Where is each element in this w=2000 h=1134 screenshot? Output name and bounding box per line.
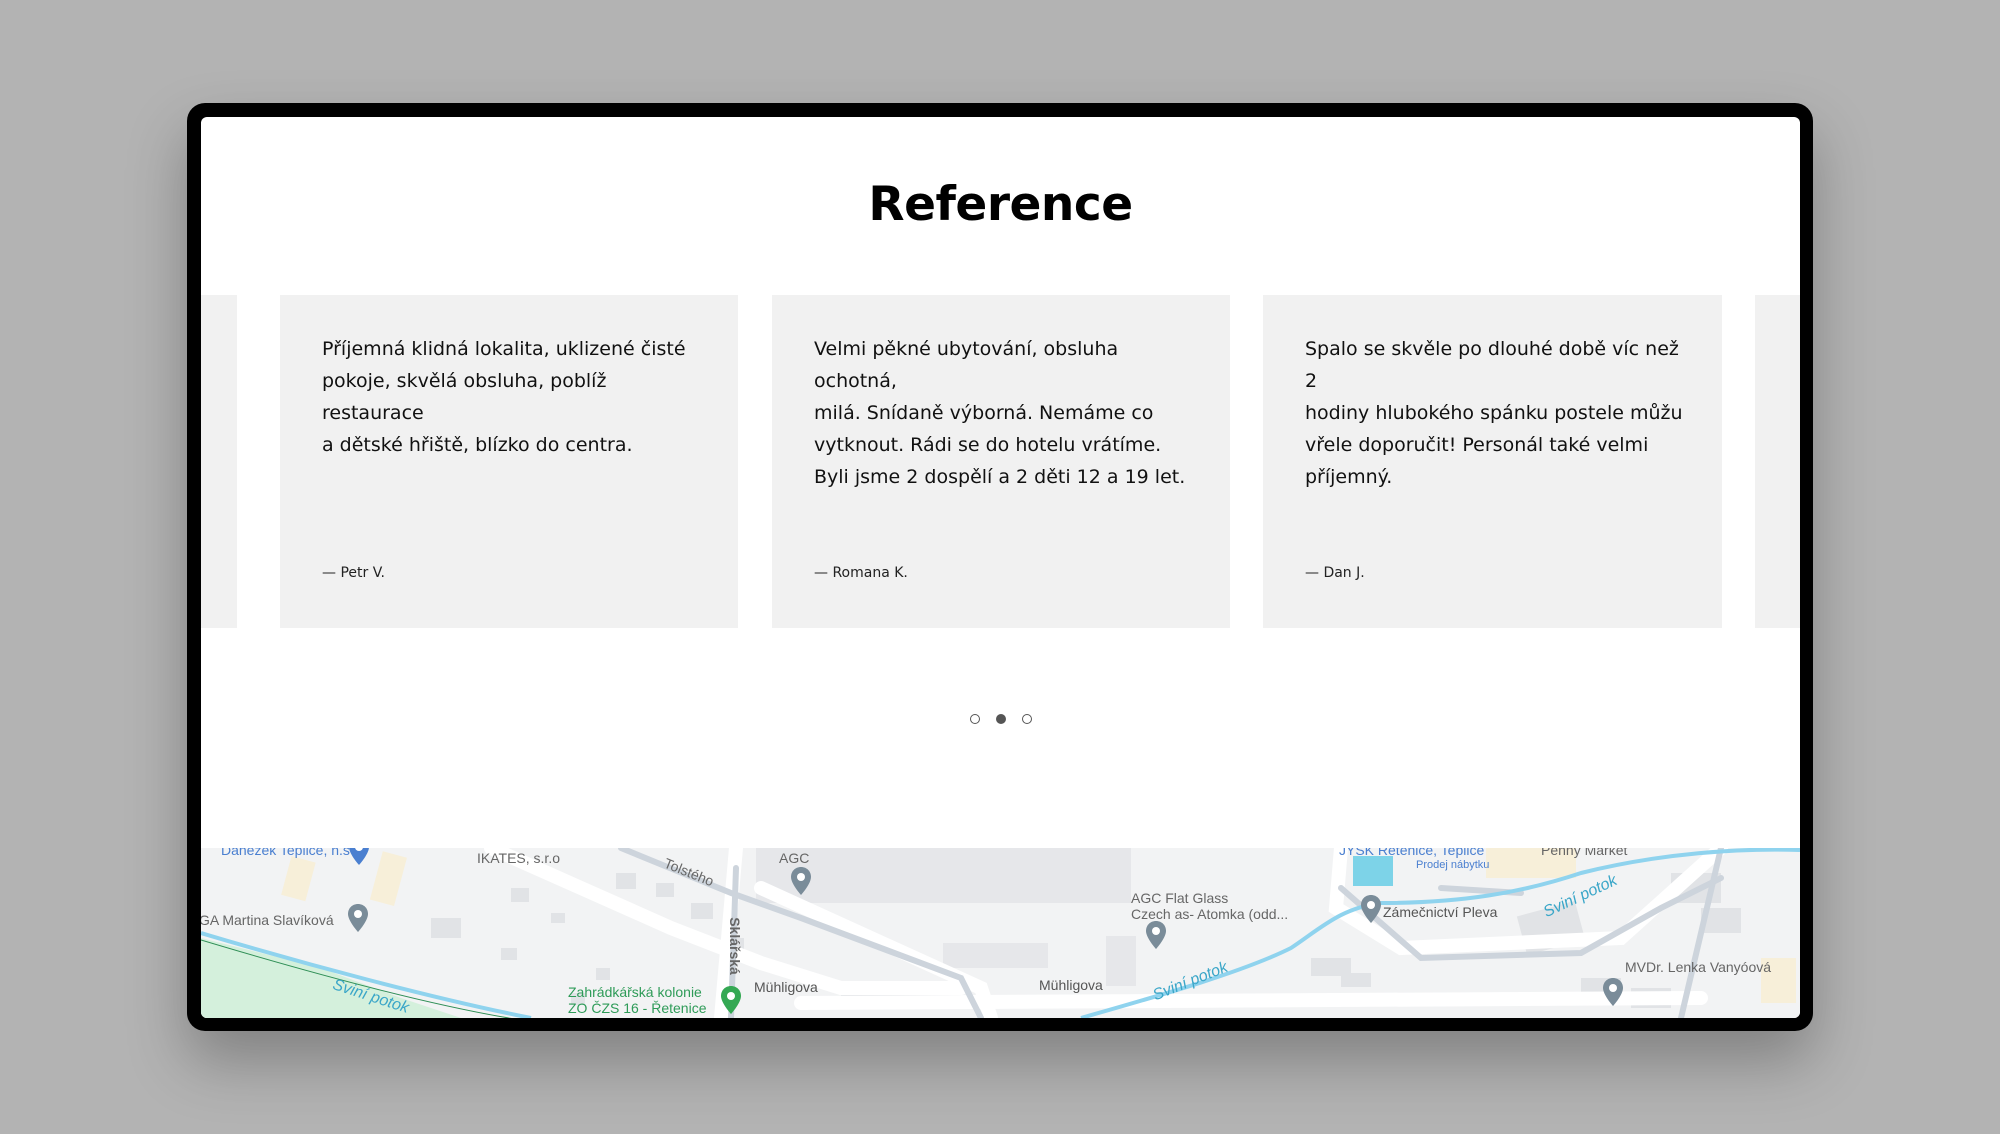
map-pin-icon[interactable] [790,866,812,896]
carousel-dot[interactable] [1021,714,1032,724]
section-title: Reference [868,177,1133,232]
testimonial-card[interactable]: Spalo se skvěle po dlouhé době víc než 2… [1263,295,1722,628]
map-label: Mühligova [1039,977,1103,993]
testimonial-card-partial-right[interactable] [1755,295,1800,628]
map-pin-icon[interactable] [348,848,370,866]
testimonial-text: Velmi pěkné ubytování, obsluha ochotná, … [814,338,1186,488]
map-label: GA Martina Slavíková [201,912,334,928]
map-label: Zámečnictví Pleva [1383,904,1498,920]
map-pin-icon[interactable] [720,985,742,1015]
map-pin-icon[interactable] [1602,977,1624,1007]
map-label: Mühligova [754,979,818,995]
map-label: JYSK Retenice, Teplice [1339,848,1485,858]
carousel-dot[interactable] [969,714,980,724]
map-label: ZO ČZS 16 - Řetenice [568,1000,707,1016]
map-graphics [201,848,1800,1018]
map-label: Danezek Teplice, h.s [221,848,350,858]
map-label: Sklářská [726,917,743,975]
browser-viewport: Reference Příjemná klidná lokalita, ukli… [201,117,1800,1018]
testimonial-author: — Dan J. [1305,565,1365,581]
map-label: MVDr. Lenka Vanyóová [1625,959,1772,975]
device-frame: Reference Příjemná klidná lokalita, ukli… [187,103,1813,1031]
testimonial-text: Příjemná klidná lokalita, uklizené čisté… [322,338,686,456]
map-pin-icon[interactable] [1360,894,1382,924]
testimonial-card[interactable]: Velmi pěkné ubytování, obsluha ochotná, … [772,295,1230,628]
testimonial-text: Spalo se skvěle po dlouhé době víc než 2… [1305,338,1683,488]
carousel-dot-active[interactable] [995,714,1006,724]
map-label: AGC [779,850,810,866]
map-label: Penny Market [1541,848,1628,858]
map-label: AGC Flat Glass [1131,890,1229,906]
map-pin-icon[interactable] [347,903,369,933]
testimonial-card-partial-left[interactable] [201,295,237,628]
carousel-pagination [201,714,1800,724]
map-label: Prodej nábytku [1416,859,1490,871]
map-pin-icon[interactable] [1145,920,1167,950]
testimonial-author: — Petr V. [322,565,385,581]
testimonial-card[interactable]: Příjemná klidná lokalita, uklizené čisté… [280,295,738,628]
map-label: Zahrádkářská kolonie [568,984,702,1000]
embedded-map[interactable]: Danezek Teplice, h.s IKATES, s.r.o Tolst… [201,848,1800,1018]
map-label: IKATES, s.r.o [477,850,560,866]
testimonial-author: — Romana K. [814,565,908,581]
